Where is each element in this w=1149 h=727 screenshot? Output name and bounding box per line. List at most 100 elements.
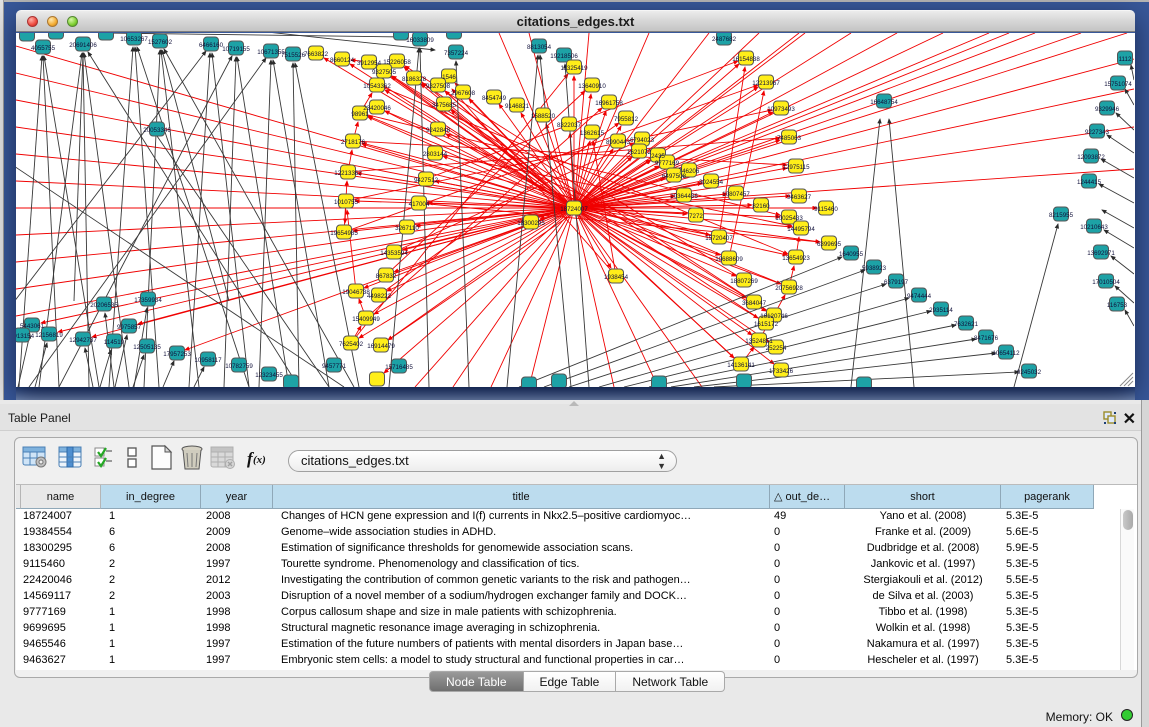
svg-text:5443061: 5443061 [20,323,45,330]
svg-text:9242848: 9242848 [426,127,451,134]
svg-text:9474444: 9474444 [907,293,932,300]
svg-text:12505135: 12505135 [133,344,161,351]
svg-text:417004: 417004 [409,201,430,208]
svg-text:17010504: 17010504 [1092,279,1120,286]
svg-text:7485063: 7485063 [777,135,802,142]
svg-text:16648754: 16648754 [870,99,898,106]
svg-text:114519: 114519 [104,339,125,346]
svg-text:1588520: 1588520 [531,113,556,120]
svg-text:10973493: 10973493 [767,106,795,113]
svg-text:2487682: 2487682 [712,36,737,43]
svg-text:7955812: 7955812 [614,116,639,123]
svg-text:6794023: 6794023 [630,137,655,144]
svg-text:1640955: 1640955 [839,251,864,258]
svg-text:15226058: 15226058 [383,59,411,66]
svg-text:3024554: 3024554 [699,179,724,186]
svg-text:3475685: 3475685 [432,102,457,109]
svg-text:13524851: 13524851 [745,338,773,345]
svg-text:12323455: 12323455 [255,372,283,379]
svg-text:8471676: 8471676 [974,335,999,342]
svg-text:10958117: 10958117 [194,357,222,364]
svg-text:7663822: 7663822 [304,51,329,58]
svg-text:15716485: 15716485 [385,364,413,371]
svg-text:2967608: 2967608 [451,90,476,97]
svg-text:4498222: 4498222 [367,293,392,300]
svg-text:12213362: 12213362 [334,170,362,177]
svg-text:1546: 1546 [442,74,456,81]
svg-text:9913154: 9913154 [16,333,35,340]
svg-text:15751074: 15751074 [1104,81,1132,88]
svg-text:14495794: 14495794 [787,226,815,233]
svg-text:1527602: 1527602 [148,39,173,46]
svg-text:7272: 7272 [689,213,703,220]
svg-text:19218506: 19218506 [550,53,578,60]
svg-text:17957253: 17957253 [163,351,191,358]
svg-text:9457771: 9457771 [322,363,347,370]
svg-text:1733426: 1733426 [769,368,794,375]
svg-text:12942737: 12942737 [69,337,97,344]
svg-text:15409949: 15409949 [352,316,380,323]
svg-text:16033809: 16033809 [406,37,434,44]
svg-text:12093872: 12093872 [1077,154,1105,161]
svg-text:8215955: 8215955 [1049,212,1074,219]
svg-text:8813054: 8813054 [527,44,552,51]
svg-text:19654985: 19654985 [330,230,358,237]
svg-text:2435: 2435 [651,153,665,160]
svg-text:3267110: 3267110 [395,225,419,232]
svg-text:6466160: 6466160 [199,42,224,49]
svg-text:20756928: 20756928 [775,285,803,292]
svg-text:9146821: 9146821 [505,103,530,110]
svg-text:9115460: 9115460 [814,206,838,213]
svg-text:1621072: 1621072 [627,149,652,156]
svg-text:252254: 252254 [766,345,787,352]
svg-text:3684047: 3684047 [742,300,767,307]
svg-text:9975857: 9975857 [117,324,142,331]
svg-text:18724007: 18724007 [560,206,588,213]
svg-text:10782759: 10782759 [225,363,253,370]
svg-text:1362615: 1362615 [580,130,605,137]
svg-text:4055755: 4055755 [31,45,56,52]
svg-text:14136141: 14136141 [727,362,755,369]
svg-text:6379197: 6379197 [884,279,909,286]
svg-text:20691406: 20691406 [69,42,97,49]
svg-text:16914479: 16914479 [367,343,395,350]
svg-text:(x): (x) [253,454,266,466]
svg-text:1938454: 1938454 [604,274,629,281]
svg-text:9427512: 9427512 [414,177,439,184]
svg-text:1615172: 1615172 [754,321,779,328]
svg-text:16961758: 16961758 [595,100,623,107]
svg-text:9227343: 9227343 [1085,129,1110,136]
svg-text:11325419: 11325419 [560,65,588,72]
svg-text:2718176: 2718176 [341,139,366,146]
svg-text:9327505: 9327505 [372,69,397,76]
svg-text:10654112: 10654112 [992,350,1020,357]
svg-text:1112: 1112 [1119,56,1132,63]
svg-text:82160: 82160 [752,203,770,210]
svg-text:15720407: 15720407 [705,235,733,242]
svg-text:18300295: 18300295 [517,220,545,227]
svg-text:6497508: 6497508 [662,173,687,180]
svg-text:7625402: 7625402 [339,341,364,348]
svg-text:17359934: 17359934 [134,297,162,304]
svg-text:3912954: 3912954 [357,60,382,67]
svg-text:10543362: 10543362 [363,83,391,90]
svg-text:20206535: 20206535 [90,302,118,309]
svg-text:10210643: 10210643 [1080,224,1108,231]
svg-text:1010755: 1010755 [334,199,359,206]
svg-text:867832: 867832 [376,273,397,280]
svg-text:13654923: 13654923 [782,255,810,262]
svg-text:7357224: 7357224 [444,50,469,57]
svg-text:18807269: 18807269 [730,278,758,285]
svg-text:7632621: 7632621 [954,321,979,328]
svg-text:7515526: 7515526 [281,52,306,59]
svg-text:9777169: 9777169 [655,160,680,167]
svg-text:12975115: 12975115 [782,164,810,171]
svg-text:10719155: 10719155 [222,46,250,53]
svg-text:10025433: 10025433 [775,215,803,222]
svg-text:16120746: 16120746 [760,313,788,320]
svg-text:12213967: 12213967 [752,80,780,87]
svg-text:9327508: 9327508 [426,83,451,90]
svg-text:10807457: 10807457 [722,191,750,198]
svg-text:8660124: 8660124 [330,57,355,64]
svg-text:5938923: 5938923 [862,265,887,272]
